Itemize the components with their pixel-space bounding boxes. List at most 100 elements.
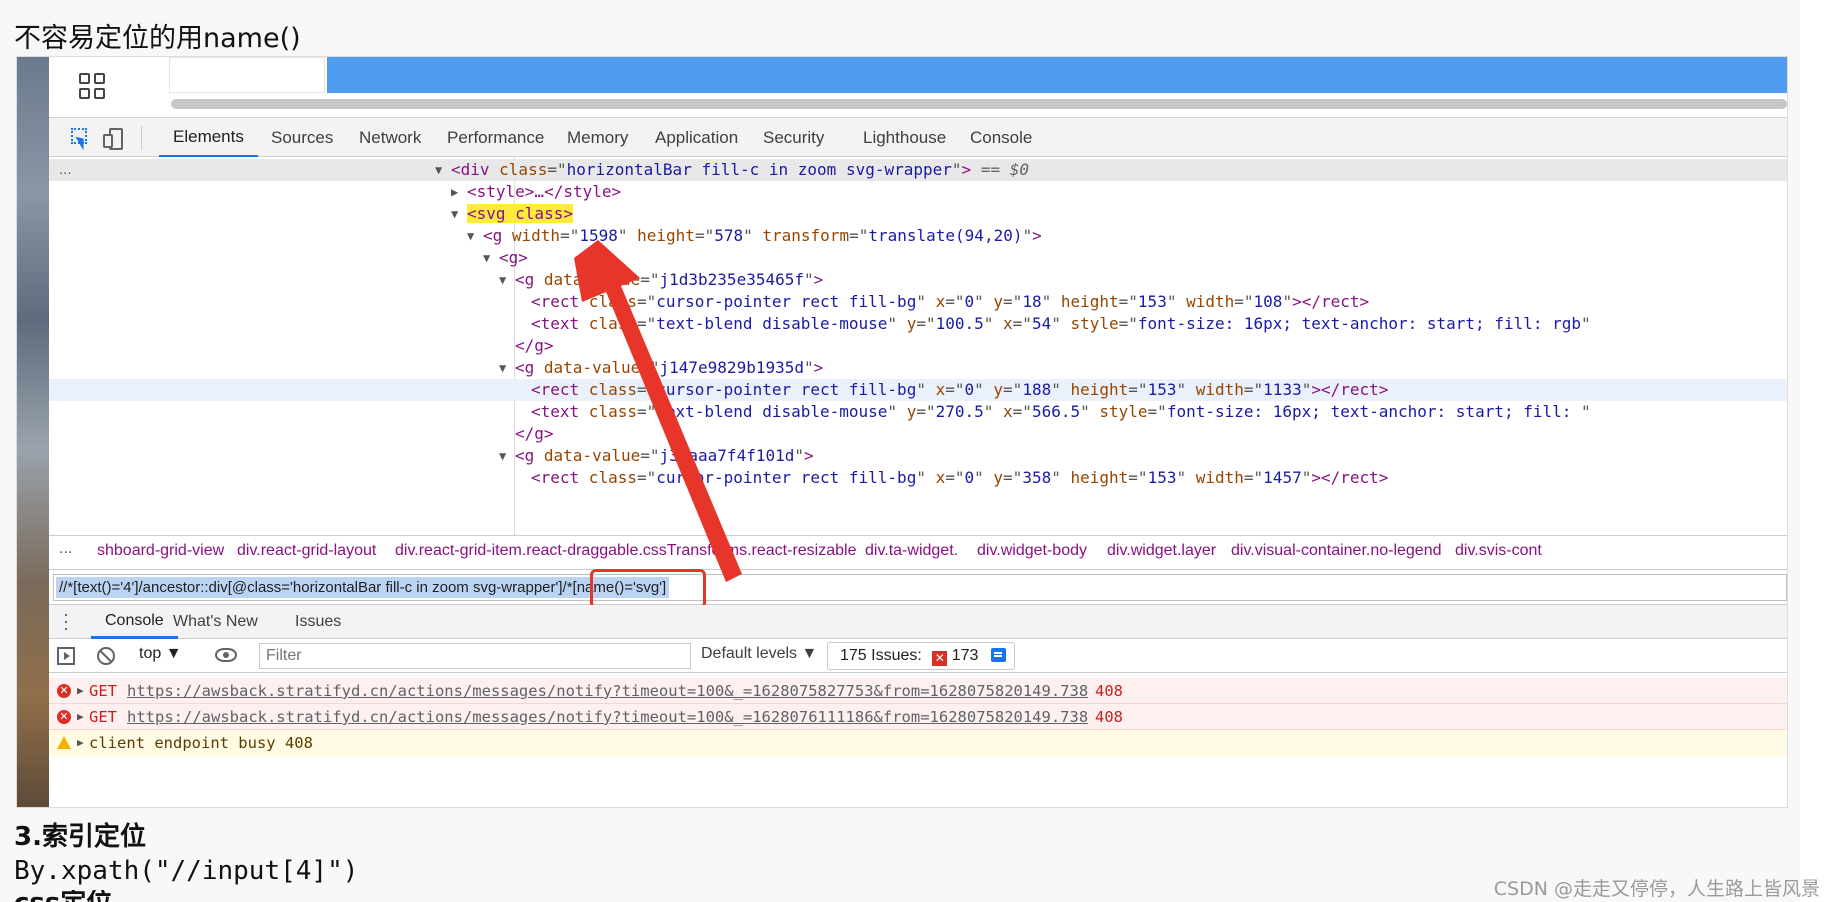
- drawer-tab-issues[interactable]: Issues: [295, 605, 341, 639]
- request-url-link[interactable]: https://awsback.stratifyd.cn/actions/mes…: [127, 704, 1088, 730]
- dom-node-line[interactable]: ▼ <div class="horizontalBar fill-c in zoo…: [49, 159, 1787, 181]
- attr-value: text-blend disable-mouse: [656, 402, 888, 421]
- attr-name: x: [925, 468, 946, 487]
- attr-quote: ": [974, 380, 984, 399]
- expand-message-icon[interactable]: ▶: [77, 730, 84, 756]
- inspect-element-icon[interactable]: [71, 128, 93, 151]
- attr-quote: ": [1041, 292, 1052, 311]
- console-sidebar-icon[interactable]: [57, 647, 75, 665]
- dom-node-text: <g data-value="j38aaa7f4f101d">: [515, 445, 814, 467]
- live-expression-eye-icon[interactable]: [215, 648, 237, 662]
- dom-node-line[interactable]: <text class="text-blend disable-mouse" y…: [49, 401, 1787, 423]
- page-heading: 不容易定位的用name(): [14, 23, 301, 54]
- tag-name: <rect: [531, 380, 580, 399]
- attr-equals: =": [1003, 292, 1023, 311]
- attr-equals: =": [547, 160, 567, 179]
- breadcrumb-item[interactable]: div.visual-container.no-legend: [1231, 542, 1442, 560]
- tab-lighthouse[interactable]: Lighthouse: [863, 118, 946, 158]
- breadcrumb-more[interactable]: ...: [59, 540, 72, 558]
- dom-node-line[interactable]: ▼ <g data-value="j147e9829b1935d">: [49, 357, 1787, 379]
- drawer-tab-console[interactable]: Console: [91, 605, 178, 639]
- expand-triangle-icon[interactable]: ▼: [499, 445, 506, 467]
- expand-message-icon[interactable]: ▶: [77, 704, 84, 730]
- console-message[interactable]: ✕ ▶ GET https://awsback.stratifyd.cn/action…: [49, 704, 1787, 730]
- attr-equals: =": [1128, 380, 1148, 399]
- drawer-menu-icon[interactable]: · · ·: [63, 605, 69, 637]
- dom-node-line[interactable]: <rect class="cursor-pointer rect fill-bg…: [49, 467, 1787, 489]
- context-select[interactable]: top ▼: [139, 645, 182, 663]
- attr-quote: ": [804, 270, 814, 289]
- section-title: 3.索引定位: [14, 822, 146, 852]
- log-levels-dropdown[interactable]: Default levels ▼: [701, 645, 817, 663]
- elements-ellipsis[interactable]: ...: [59, 161, 72, 178]
- console-message[interactable]: ▶ client endpoint busy 408: [49, 730, 1787, 756]
- attr-value: cursor-pointer rect fill-bg: [656, 292, 917, 311]
- tab-console[interactable]: Console: [970, 118, 1032, 158]
- selected-node-marker: == $0: [971, 160, 1029, 179]
- expand-triangle-icon[interactable]: ▼: [499, 269, 506, 291]
- console-filter-input[interactable]: Filter: [259, 643, 691, 669]
- expand-triangle-icon[interactable]: ▼: [451, 203, 458, 225]
- attr-name: y: [983, 292, 1004, 311]
- page-tab[interactable]: [169, 57, 325, 93]
- attr-quote: ": [983, 314, 994, 333]
- issues-counter-button[interactable]: 175 Issues: ✕ 173 2: [827, 642, 1015, 690]
- breadcrumb-item[interactable]: div.ta-widget.: [865, 542, 958, 560]
- attr-value: j1d3b235e35465f: [659, 270, 805, 289]
- dom-node-line[interactable]: ▼ <g width="1598" height="578" transform=…: [49, 225, 1787, 247]
- dom-node-line[interactable]: ▼ <g>: [49, 247, 1787, 269]
- expand-triangle-icon[interactable]: ▼: [467, 225, 474, 247]
- attr-equals: =": [1003, 468, 1023, 487]
- request-url-link[interactable]: https://awsback.stratifyd.cn/actions/mes…: [127, 678, 1088, 704]
- breadcrumb-item[interactable]: div.widget.layer: [1107, 542, 1216, 560]
- raw-tag: <style>…</style>: [467, 182, 622, 201]
- collapse-triangle-icon[interactable]: ▶: [451, 181, 458, 203]
- breadcrumb-item[interactable]: div.svis-cont: [1455, 542, 1542, 560]
- annotation-red-box: [590, 569, 706, 609]
- breadcrumb-item[interactable]: div.react-grid-item.react-draggable.cssT…: [395, 542, 856, 560]
- expand-message-icon[interactable]: ▶: [77, 678, 84, 704]
- attr-equals: =": [1128, 468, 1148, 487]
- attr-name: y: [983, 380, 1004, 399]
- tag-name: <text: [531, 314, 580, 333]
- error-icon: ✕: [57, 710, 71, 724]
- tab-elements[interactable]: Elements: [159, 118, 258, 158]
- expand-triangle-icon[interactable]: ▼: [499, 357, 506, 379]
- attr-equals: =": [849, 226, 869, 245]
- tab-network[interactable]: Network: [359, 118, 421, 158]
- warning-text: client endpoint busy 408: [89, 734, 313, 752]
- clear-console-icon[interactable]: [97, 647, 115, 665]
- dom-node-line[interactable]: <text class="text-blend disable-mouse" y…: [49, 313, 1787, 335]
- dom-node-line[interactable]: </g>: [49, 335, 1787, 357]
- dom-node-line[interactable]: ▼ <g data-value="j38aaa7f4f101d">: [49, 445, 1787, 467]
- dom-node-line[interactable]: <rect class="cursor-pointer rect fill-bg…: [49, 291, 1787, 313]
- expand-triangle-icon[interactable]: ▼: [435, 159, 442, 181]
- grid-icon[interactable]: [79, 73, 107, 101]
- dom-node-line[interactable]: <rect class="cursor-pointer rect fill-bg…: [49, 379, 1787, 401]
- dom-node-line[interactable]: </g>: [49, 423, 1787, 445]
- expand-triangle-icon[interactable]: ▼: [483, 247, 490, 269]
- drawer-tab-what-s-new[interactable]: What's New: [173, 605, 258, 639]
- tab-sources[interactable]: Sources: [271, 118, 333, 158]
- attr-name: y: [983, 468, 1004, 487]
- dom-node-text: <text class="text-blend disable-mouse" y…: [531, 313, 1591, 335]
- tab-application[interactable]: Application: [655, 118, 738, 158]
- dom-node-line[interactable]: ▼ <g data-value="j1d3b235e35465f">: [49, 269, 1787, 291]
- attr-equals: =": [1003, 380, 1023, 399]
- device-toolbar-icon[interactable]: [103, 128, 125, 150]
- dom-node-line[interactable]: ▶ <style>…</style>: [49, 181, 1787, 203]
- tab-memory[interactable]: Memory: [567, 118, 628, 158]
- dom-node-line[interactable]: ▼ <svg class>: [49, 203, 1787, 225]
- xpath-search-input[interactable]: //*[text()='4']/ancestor::div[@class='ho…: [53, 569, 1787, 609]
- attr-quote: ": [1080, 402, 1090, 421]
- console-drawer-tabs: · · · Console What's New Issues: [49, 605, 1787, 639]
- attr-quote: ": [1176, 468, 1187, 487]
- warning-icon: [57, 736, 71, 749]
- tab-performance[interactable]: Performance: [447, 118, 544, 158]
- breadcrumb-item[interactable]: div.react-grid-layout: [237, 542, 376, 560]
- breadcrumb-item[interactable]: shboard-grid-view: [97, 542, 224, 560]
- tab-security[interactable]: Security: [763, 118, 824, 158]
- horizontal-scrollbar[interactable]: [171, 99, 1787, 109]
- breadcrumb-item[interactable]: div.widget-body: [977, 542, 1087, 560]
- console-message[interactable]: ✕ ▶ GET https://awsback.stratifyd.cn/action…: [49, 678, 1787, 704]
